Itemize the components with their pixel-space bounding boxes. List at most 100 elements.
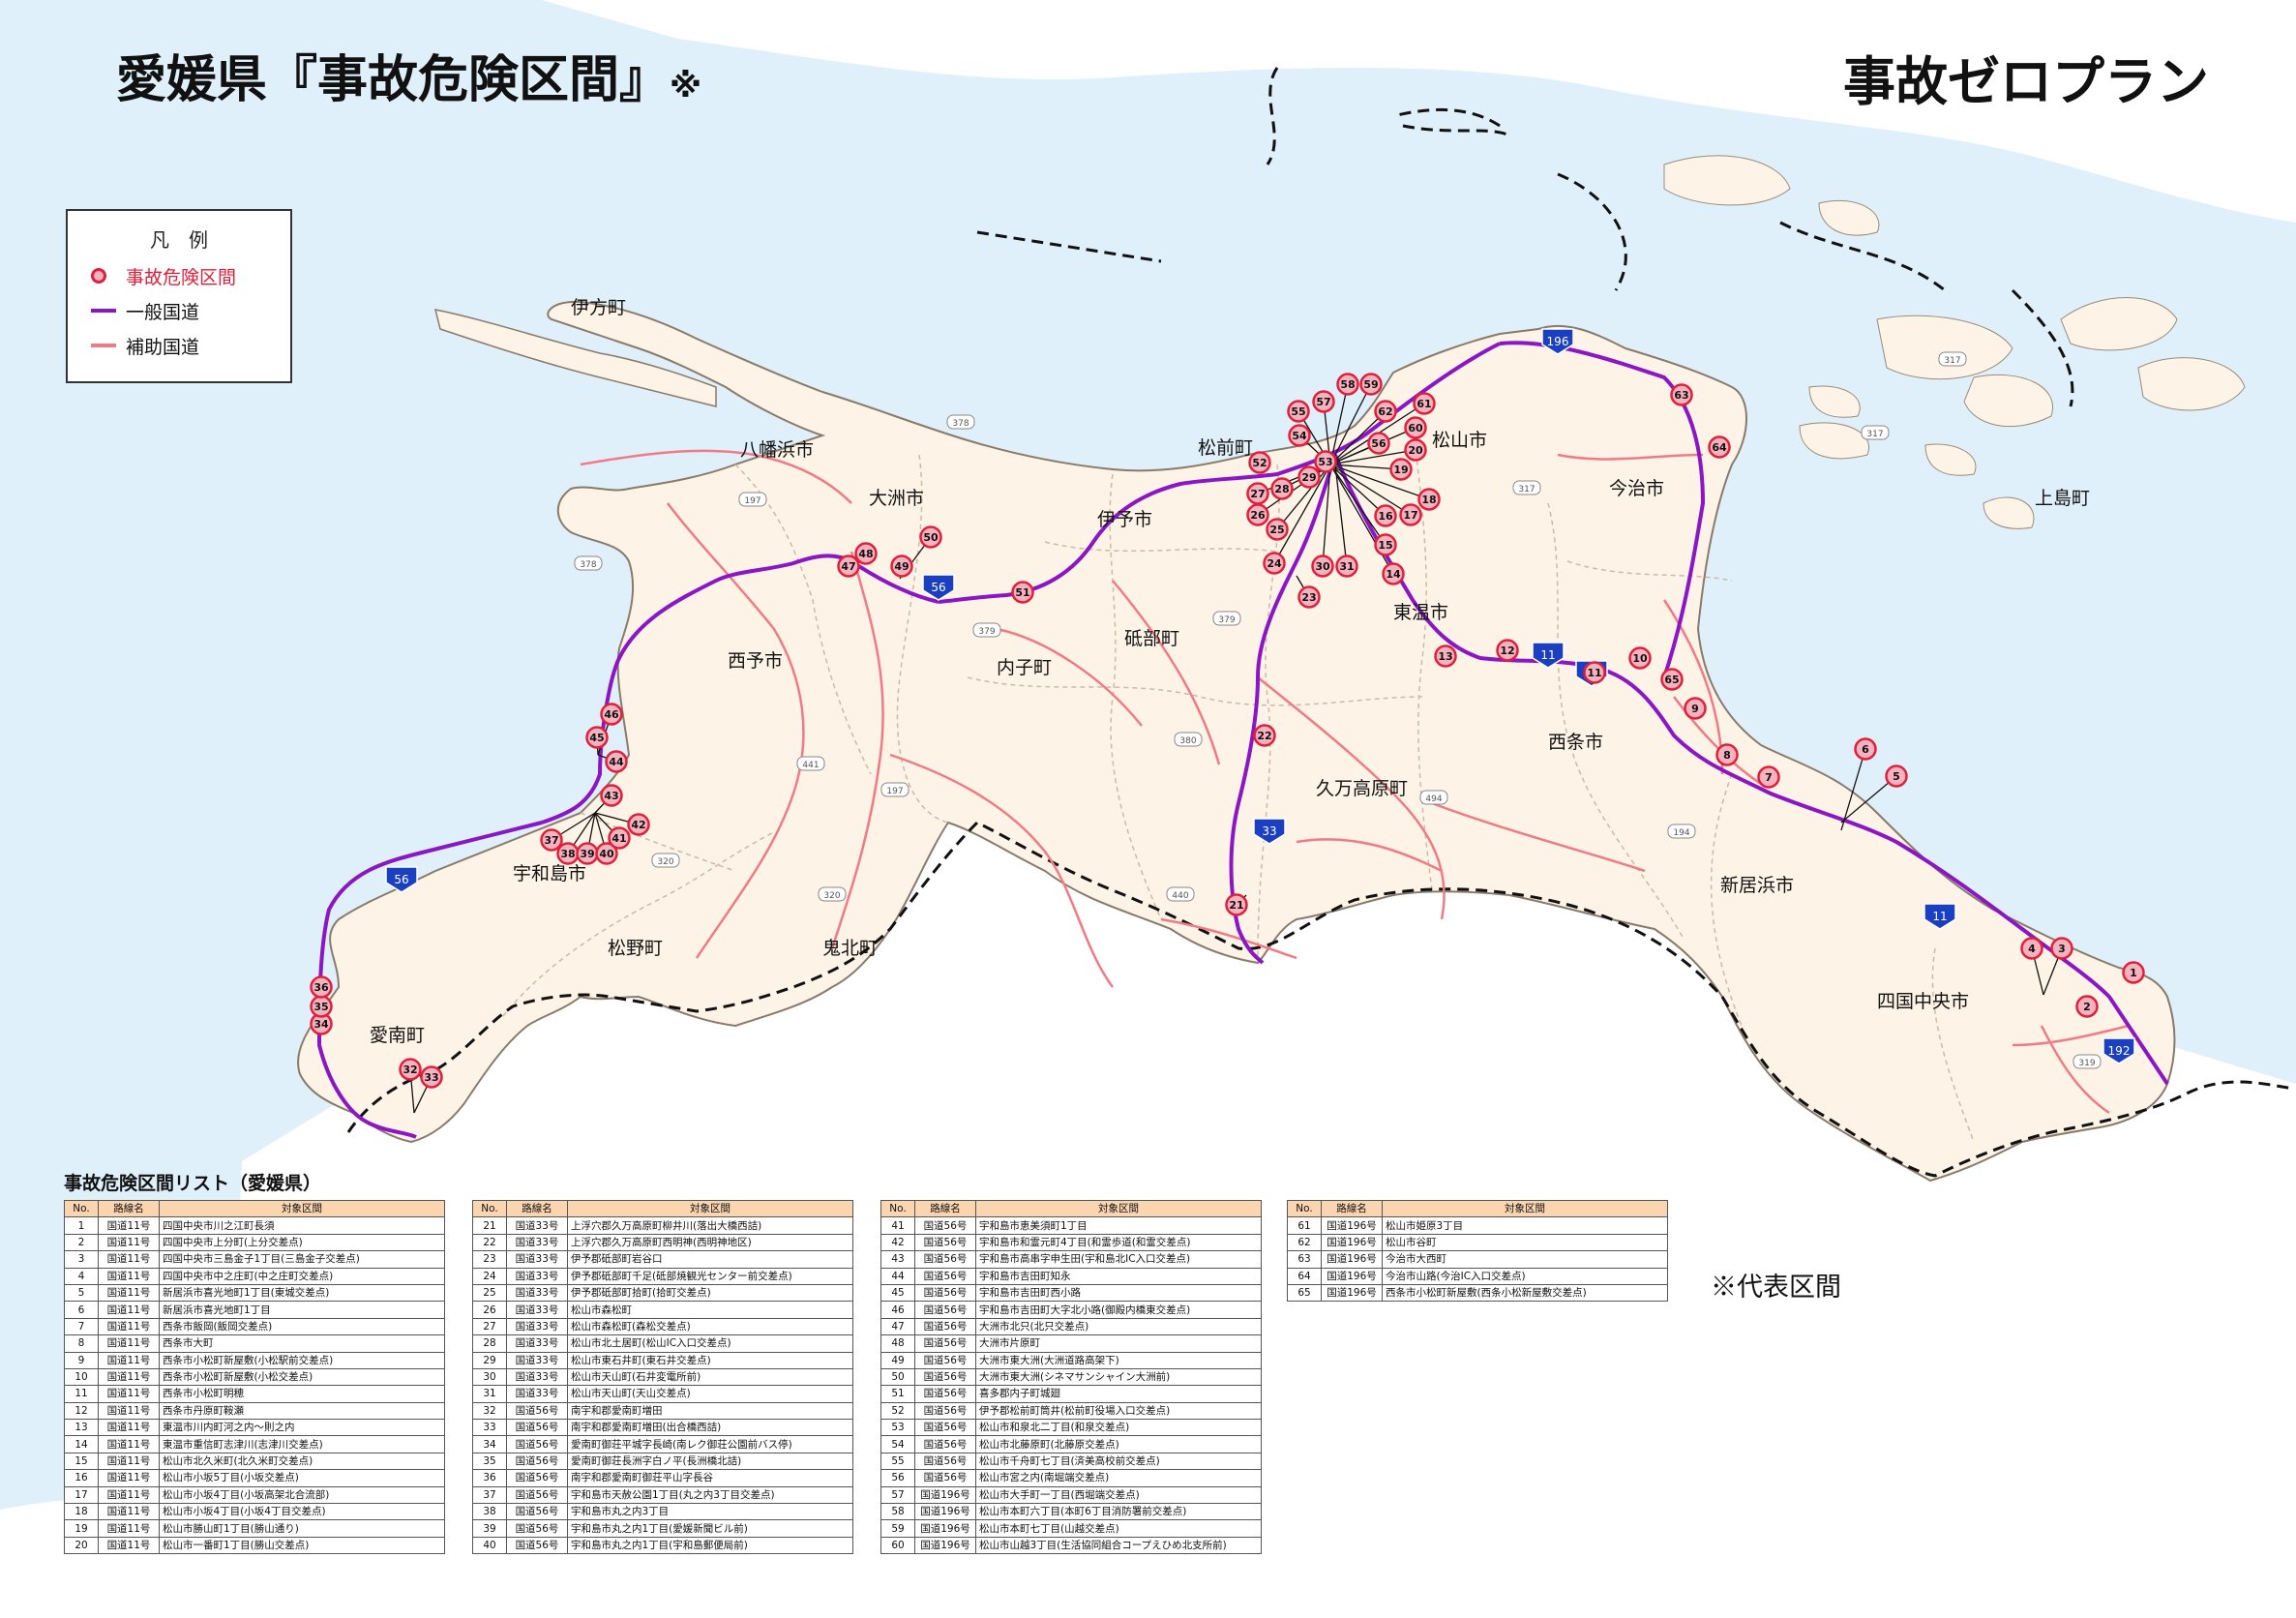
place-label: 伊予市 [1097,509,1153,530]
hotspot-marker[interactable]: 55 [1287,400,1310,423]
table-cell: 52 [880,1401,915,1421]
hotspot-marker[interactable]: 51 [1011,581,1034,604]
hotspot-marker[interactable]: 12 [1496,639,1519,662]
aux-route-number: 378 [952,419,969,429]
column-header: 対象区間 [975,1199,1262,1218]
hotspot-number: 48 [858,548,873,560]
hotspot-marker[interactable]: 19 [1389,458,1413,481]
hotspot-marker[interactable]: 20 [1404,438,1427,462]
table-cell: 松山市宮之内(南堀端交差点) [975,1469,1262,1487]
hotspot-marker[interactable]: 8 [1715,743,1739,766]
hotspot-marker[interactable]: 61 [1413,392,1436,415]
aux-route-marker: 197 [738,492,767,507]
table-row: 50 国道56号 大洲市東大洲(シネマサンシャイン大洲前) [880,1367,1262,1387]
column-header: No. [880,1199,915,1218]
hotspot-marker[interactable]: 24 [1263,552,1286,575]
hotspot-marker[interactable]: 22 [1253,724,1276,747]
hotspot-marker[interactable]: 4 [2020,937,2043,960]
hotspot-marker[interactable]: 62 [1374,400,1397,423]
table-cell: 国道11号 [98,1216,160,1235]
table-row: 1 国道11号 四国中央市川之江町長須 [64,1216,445,1235]
hotspot-marker[interactable]: 17 [1399,503,1422,526]
hotspot-marker[interactable]: 35 [310,995,333,1018]
table-row: 48 国道56号 大洲市片原町 [880,1334,1262,1353]
hotspot-marker[interactable]: 18 [1417,488,1441,511]
hotspot-number: 2 [2083,1001,2091,1013]
hotspot-marker[interactable]: 5 [1885,764,1908,788]
place-label: 四国中央市 [1877,991,1970,1012]
hotspot-marker[interactable]: 33 [420,1065,443,1089]
table-row: 16 国道11号 松山市小坂5丁目(小坂交差点) [64,1469,445,1487]
hotspot-marker[interactable]: 44 [605,750,628,773]
hotspot-marker[interactable]: 7 [1757,765,1780,789]
table-cell: 国道33号 [506,1267,568,1285]
hotspot-marker[interactable]: 45 [585,726,609,749]
hotspot-marker[interactable]: 59 [1359,373,1383,396]
aux-route-number: 197 [886,787,903,796]
hotspot-marker[interactable]: 21 [1225,893,1248,916]
hotspot-marker[interactable]: 29 [1297,465,1321,489]
table-cell: 松山市本町六丁目(本町6丁目消防署前交差点) [975,1503,1262,1521]
hotspot-table: No. 路線名 対象区間 1 国道11号 四国中央市川之江町長須 2 国道11号 四国中央市上分… [64,1199,445,1555]
table-row: 38 国道56号 宇和島市丸之内3丁目 [472,1503,853,1521]
table-cell: 国道33号 [506,1250,568,1269]
aux-route-number: 441 [802,761,819,770]
hotspot-marker[interactable]: 28 [1270,477,1294,500]
table-row: 41 国道56号 宇和島市恵美須町1丁目 [880,1216,1262,1235]
hotspot-marker[interactable]: 53 [1314,450,1337,473]
hotspot-marker[interactable]: 46 [600,703,623,726]
table-cell: 国道56号 [506,1503,568,1521]
hotspot-marker[interactable]: 64 [1708,435,1731,459]
hotspot-marker[interactable]: 26 [1246,503,1269,526]
hotspot-marker[interactable]: 42 [627,813,650,836]
hotspot-marker[interactable]: 25 [1266,518,1289,541]
hotspot-marker[interactable]: 9 [1684,697,1707,720]
hotspot-marker[interactable]: 14 [1382,562,1405,585]
hotspot-marker[interactable]: 30 [1311,554,1334,578]
hotspot-marker[interactable]: 41 [608,826,631,850]
hotspot-marker[interactable]: 54 [1288,424,1311,447]
hotspot-number: 54 [1292,430,1307,442]
hotspot-marker[interactable]: 1 [2122,961,2145,984]
hotspot-marker[interactable]: 49 [890,554,913,578]
table-cell: 国道11号 [98,1301,160,1319]
hotspot-marker[interactable]: 15 [1374,533,1397,556]
map-sheet: 1965611111133561923781973783793793804411… [0,0,2296,1618]
hotspot-marker[interactable]: 57 [1312,390,1335,413]
hotspot-marker[interactable]: 65 [1660,668,1684,691]
table-cell: 国道11号 [98,1435,160,1453]
table-cell: 5 [64,1283,99,1303]
table-cell: 58 [880,1503,915,1521]
table-row: 14 国道11号 東温市重信町志津川(志津川交差点) [64,1435,445,1453]
hotspot-table: No. 路線名 対象区間 21 国道33号 上浮穴郡久万高原町柳井川(落出大橋西詰) 22 国… [472,1199,853,1555]
hotspot-marker[interactable]: 13 [1434,644,1457,668]
hotspot-marker[interactable]: 56 [1367,432,1390,455]
hotspot-marker[interactable]: 23 [1297,585,1321,609]
hotspot-marker[interactable]: 31 [1335,554,1358,578]
hotspot-marker[interactable]: 58 [1336,373,1359,396]
table-cell: 42 [880,1233,915,1252]
hotspot-marker[interactable]: 48 [854,542,878,565]
plan-title: 事故ゼロプラン [1843,51,2209,112]
hotspot-marker[interactable]: 47 [837,554,860,578]
hotspot-marker[interactable]: 16 [1374,504,1397,527]
hotspot-marker[interactable]: 2 [2075,995,2099,1018]
hotspot-marker[interactable]: 11 [1583,661,1606,684]
hotspot-number: 29 [1301,471,1316,484]
hotspot-marker[interactable]: 32 [399,1058,422,1081]
table-cell: 1 [64,1216,99,1235]
hotspot-marker[interactable]: 50 [919,525,942,549]
hotspot-marker[interactable]: 63 [1670,383,1693,406]
table-cell: 国道11号 [98,1334,160,1353]
hotspot-number: 31 [1339,560,1354,573]
hotspot-marker[interactable]: 43 [600,784,623,807]
hotspot-marker[interactable]: 36 [310,975,333,999]
hotspot-number: 33 [424,1071,438,1084]
hotspot-marker[interactable]: 27 [1246,482,1269,505]
table-row: 5 国道11号 新居浜市喜光地町1丁目(東城交差点) [64,1283,445,1303]
hotspot-marker[interactable]: 6 [1854,737,1877,761]
hotspot-marker[interactable]: 60 [1404,416,1427,439]
hotspot-marker[interactable]: 10 [1628,646,1652,670]
aux-route-number: 320 [657,857,673,867]
hotspot-marker[interactable]: 3 [2050,937,2073,960]
